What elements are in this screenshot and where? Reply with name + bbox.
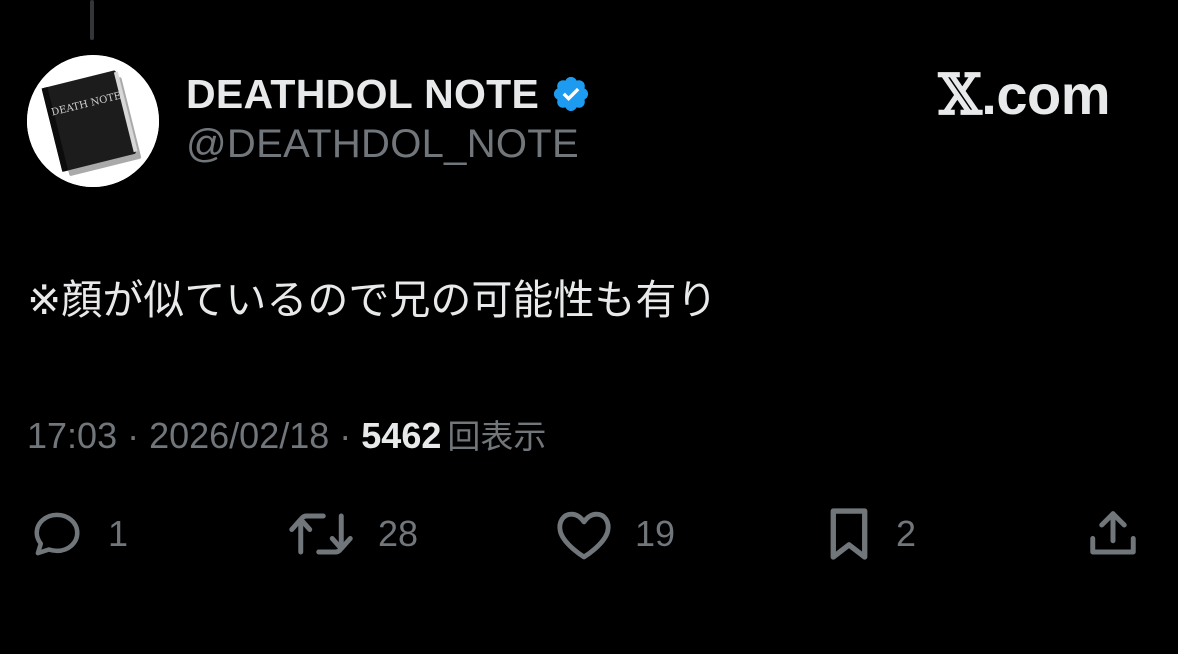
death-note-book-image: DEATH NOTE (27, 55, 159, 187)
retweet-count: 28 (378, 513, 419, 554)
like-button[interactable]: 19 (555, 506, 675, 562)
meta-separator: · (127, 415, 140, 456)
tweet-date[interactable]: 2026/02/18 (149, 415, 329, 457)
brand-suffix: .com (981, 63, 1110, 126)
tweet-time[interactable]: 17:03 (27, 415, 117, 457)
share-button[interactable] (1084, 506, 1142, 562)
reply-button[interactable]: 1 (28, 506, 128, 562)
retweet-icon (289, 513, 353, 555)
share-icon (1090, 511, 1136, 555)
views-count[interactable]: 5462 (361, 415, 441, 457)
author-name-row: DEATHDOL NOTE (186, 68, 591, 120)
meta-separator: · (339, 415, 352, 456)
tweet-text: ※顔が似ているので兄の可能性も有り (27, 276, 718, 324)
x-com-brand: 𝕏.com (938, 62, 1110, 128)
bookmark-icon (830, 508, 868, 560)
like-count: 19 (635, 513, 676, 554)
reply-count: 1 (108, 513, 129, 554)
tweet-meta: 17:03 · 2026/02/18 · 5462 回表示 (27, 410, 546, 458)
verified-badge-icon[interactable] (551, 74, 591, 114)
like-icon (557, 511, 611, 560)
reply-icon (34, 512, 80, 556)
x-logo-icon: 𝕏 (938, 62, 982, 128)
display-name[interactable]: DEATHDOL NOTE (186, 71, 539, 118)
thread-connector-line (90, 0, 94, 40)
author-handle[interactable]: @DEATHDOL_NOTE (186, 122, 579, 167)
bookmark-button[interactable]: 2 (824, 506, 916, 562)
bookmark-count: 2 (896, 513, 917, 554)
retweet-button[interactable]: 28 (286, 506, 418, 562)
avatar[interactable]: DEATH NOTE (27, 55, 159, 187)
views-label: 回表示 (447, 417, 547, 456)
